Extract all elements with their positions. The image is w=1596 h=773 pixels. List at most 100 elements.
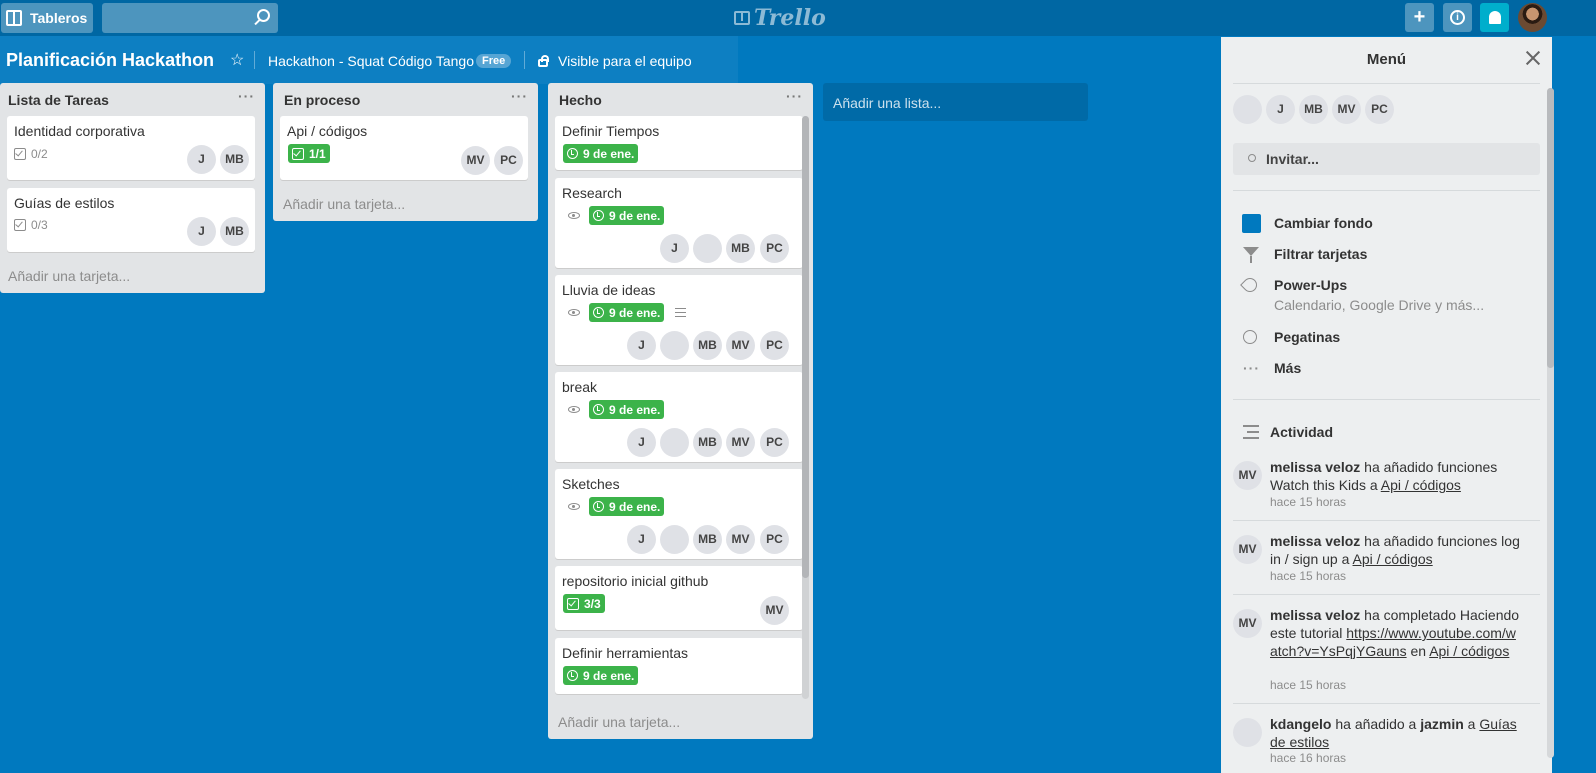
close-icon[interactable] bbox=[1526, 51, 1540, 65]
filter-cards-item[interactable]: Filtrar tarjetas bbox=[1274, 246, 1367, 262]
activity-icon bbox=[1243, 425, 1259, 439]
member-avatar[interactable]: MB bbox=[693, 525, 722, 554]
member-avatar[interactable]: J bbox=[187, 217, 216, 246]
card[interactable]: break 9 de ene. J MB MV PC bbox=[555, 372, 803, 462]
card[interactable]: Identidad corporativa 0/2 J MB bbox=[7, 116, 255, 180]
card[interactable]: Definir Tiempos 9 de ene. bbox=[555, 116, 803, 170]
member-avatar[interactable]: PC bbox=[760, 331, 789, 360]
visibility-button[interactable]: Visible para el equipo bbox=[538, 53, 692, 69]
list-scrollbar-thumb[interactable] bbox=[802, 116, 809, 578]
list-title[interactable]: Lista de Tareas bbox=[8, 92, 109, 108]
card[interactable]: Sketches 9 de ene. J MB MV PC bbox=[555, 469, 803, 559]
user-avatar[interactable] bbox=[1518, 3, 1547, 32]
card[interactable]: Api / códigos 1/1 MV PC bbox=[280, 116, 528, 180]
activity-time[interactable]: hace 16 horas bbox=[1270, 751, 1346, 765]
member-avatar[interactable]: J bbox=[627, 428, 656, 457]
member-avatar[interactable]: MB bbox=[1299, 95, 1328, 124]
search-input[interactable] bbox=[102, 3, 278, 33]
list-scrollbar[interactable] bbox=[802, 116, 809, 699]
card[interactable]: Definir herramientas 9 de ene. bbox=[555, 638, 803, 694]
member-avatar[interactable]: MV bbox=[461, 146, 490, 175]
add-list-button[interactable]: Añadir una lista... bbox=[823, 83, 1088, 121]
watch-icon bbox=[568, 212, 580, 219]
member-avatar[interactable]: MV bbox=[1332, 95, 1361, 124]
card[interactable]: Guías de estilos 0/3 J MB bbox=[7, 188, 255, 252]
member-avatar[interactable]: J bbox=[627, 331, 656, 360]
member-avatar[interactable]: MB bbox=[693, 428, 722, 457]
list-title[interactable]: En proceso bbox=[284, 92, 360, 108]
activity-avatar[interactable]: MV bbox=[1233, 535, 1262, 564]
member-avatar[interactable]: PC bbox=[760, 525, 789, 554]
member-avatar[interactable]: J bbox=[627, 525, 656, 554]
checklist-badge: 0/2 bbox=[14, 147, 48, 161]
member-avatar[interactable]: MV bbox=[760, 596, 789, 625]
member-avatar[interactable]: MB bbox=[726, 234, 755, 263]
stickers-item[interactable]: Pegatinas bbox=[1274, 329, 1340, 345]
activity-time[interactable]: hace 15 horas bbox=[1270, 495, 1346, 509]
member-avatar[interactable]: MV bbox=[726, 428, 755, 457]
board-title[interactable]: Planificación Hackathon bbox=[6, 50, 214, 71]
more-item[interactable]: Más bbox=[1274, 360, 1301, 376]
trello-logo[interactable]: Trello bbox=[734, 5, 826, 31]
add-card-button[interactable]: Añadir una tarjeta... bbox=[8, 268, 130, 284]
notifications-button[interactable] bbox=[1480, 3, 1509, 32]
member-avatar-photo[interactable] bbox=[660, 525, 689, 554]
menu-scrollbar-thumb[interactable] bbox=[1547, 88, 1554, 368]
member-avatar[interactable]: J bbox=[187, 145, 216, 174]
activity-card-link[interactable]: Api / códigos bbox=[1381, 477, 1461, 493]
due-date: 9 de ene. bbox=[583, 668, 635, 683]
search-icon[interactable] bbox=[257, 9, 270, 22]
member-avatar[interactable]: MB bbox=[693, 331, 722, 360]
change-background-item[interactable]: Cambiar fondo bbox=[1274, 215, 1373, 231]
watch-icon bbox=[568, 406, 580, 413]
activity-time[interactable]: hace 15 horas bbox=[1270, 678, 1346, 692]
activity-user[interactable]: melissa veloz bbox=[1270, 533, 1360, 549]
activity-item: melissa veloz ha añadido funciones Watch… bbox=[1270, 458, 1522, 494]
activity-avatar[interactable]: MV bbox=[1233, 461, 1262, 490]
background-color-icon bbox=[1242, 214, 1261, 233]
member-avatar[interactable]: J bbox=[1266, 95, 1295, 124]
add-card-button[interactable]: Añadir una tarjeta... bbox=[283, 196, 405, 212]
member-avatar-photo[interactable] bbox=[660, 428, 689, 457]
activity-card-link[interactable]: Api / códigos bbox=[1353, 551, 1433, 567]
member-avatar[interactable]: MB bbox=[220, 145, 249, 174]
activity-user[interactable]: melissa veloz bbox=[1270, 607, 1360, 623]
list-title[interactable]: Hecho bbox=[559, 92, 602, 108]
card-title: Definir herramientas bbox=[562, 645, 689, 661]
card[interactable]: repositorio inicial github 3/3 MV bbox=[555, 566, 803, 630]
activity-avatar[interactable]: MV bbox=[1233, 609, 1262, 638]
menu-scrollbar[interactable] bbox=[1547, 88, 1554, 758]
activity-user[interactable]: kdangelo bbox=[1270, 716, 1331, 732]
member-avatar[interactable]: PC bbox=[760, 234, 789, 263]
power-ups-item[interactable]: Power-Ups bbox=[1274, 277, 1347, 293]
info-button[interactable]: i bbox=[1443, 3, 1472, 32]
member-avatar[interactable]: PC bbox=[760, 428, 789, 457]
activity-user[interactable]: melissa veloz bbox=[1270, 459, 1360, 475]
clock-icon bbox=[593, 501, 604, 512]
activity-card-link[interactable]: Api / códigos bbox=[1429, 643, 1509, 659]
member-avatar-photo[interactable] bbox=[1233, 95, 1262, 124]
member-avatar[interactable]: MV bbox=[726, 331, 755, 360]
list-menu-icon[interactable]: ··· bbox=[238, 88, 255, 104]
member-avatar[interactable]: MB bbox=[220, 217, 249, 246]
member-avatar[interactable]: PC bbox=[1365, 95, 1394, 124]
activity-avatar-photo[interactable] bbox=[1233, 718, 1262, 747]
member-avatar[interactable]: J bbox=[660, 234, 689, 263]
card[interactable]: Lluvia de ideas 9 de ene. J MB MV PC bbox=[555, 275, 803, 365]
list-menu-icon[interactable]: ··· bbox=[511, 88, 528, 104]
card[interactable]: Research 9 de ene. J MB PC bbox=[555, 178, 803, 268]
boards-button[interactable]: Tableros bbox=[1, 3, 93, 33]
member-avatar-photo[interactable] bbox=[693, 234, 722, 263]
team-name[interactable]: Hackathon - Squat Código Tango bbox=[268, 53, 474, 69]
add-card-button[interactable]: Añadir una tarjeta... bbox=[558, 714, 680, 730]
list-menu-icon[interactable]: ··· bbox=[786, 88, 803, 104]
member-avatar[interactable]: MV bbox=[726, 525, 755, 554]
star-icon[interactable]: ☆ bbox=[230, 50, 244, 70]
member-avatar-photo[interactable] bbox=[660, 331, 689, 360]
invite-button[interactable]: Invitar... bbox=[1233, 143, 1540, 175]
add-button[interactable]: + bbox=[1405, 3, 1434, 32]
activity-user[interactable]: jazmin bbox=[1420, 716, 1464, 732]
activity-time[interactable]: hace 15 horas bbox=[1270, 569, 1346, 583]
member-avatar[interactable]: PC bbox=[494, 146, 523, 175]
activity-item: melissa veloz ha añadido funciones log i… bbox=[1270, 532, 1522, 568]
